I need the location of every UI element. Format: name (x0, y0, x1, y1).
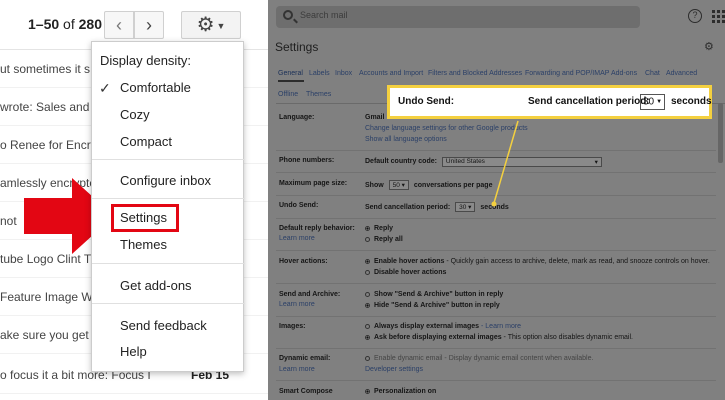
developer-settings-link[interactable]: Developer settings (365, 366, 423, 373)
tab-themes[interactable]: Themes (306, 91, 331, 98)
language-value: Gmail (365, 114, 385, 121)
tab-labels[interactable]: Labels (309, 70, 330, 77)
menu-item-send-feedback[interactable]: Send feedback (92, 317, 245, 335)
enable-dynamic-email-option[interactable]: Enable dynamic email - Display dynamic e… (365, 355, 593, 362)
hide-send-archive-option[interactable]: Hide "Send & Archive" button in reply (365, 302, 500, 309)
tab-chat[interactable]: Chat (645, 70, 660, 77)
apps-grid-icon[interactable] (711, 9, 725, 23)
mail-snippet: tube Logo Clint Tu (0, 252, 98, 266)
max-page-size-label: Maximum page size: (279, 180, 348, 187)
gmail-settings-panel: Search mail ? Settings ⚙ General Labels … (268, 0, 725, 400)
callout-period-select[interactable]: 30 ▼ (640, 94, 665, 110)
tab-accounts-import[interactable]: Accounts and Import (359, 70, 423, 77)
tab-forwarding[interactable]: Forwarding and POP/IMAP (525, 70, 609, 77)
cancellation-period-select[interactable]: 30 ▾ (455, 202, 476, 212)
check-icon: ✓ (99, 80, 111, 96)
mail-snippet: Feature Image W (0, 290, 93, 304)
learn-more-link[interactable]: Learn more (279, 366, 315, 373)
enable-hover-option[interactable]: Enable hover actions - Quickly gain acce… (365, 258, 710, 265)
country-code-select[interactable]: United States ▾ (441, 157, 602, 167)
images-label: Images: (279, 323, 306, 330)
display-density-header: Display density: (100, 53, 192, 68)
tab-offline[interactable]: Offline (278, 91, 298, 98)
callout-seconds-label: seconds (671, 96, 712, 107)
menu-item-help[interactable]: Help (92, 343, 245, 361)
page-title: Settings (275, 40, 319, 54)
menu-item-configure-inbox[interactable]: Configure inbox (92, 172, 245, 190)
older-page-button[interactable]: ‹ (104, 11, 134, 39)
tab-inbox[interactable]: Inbox (335, 70, 352, 77)
menu-divider (92, 263, 245, 264)
pager-range: 1–50 (28, 16, 60, 32)
menu-item-compact[interactable]: Compact (92, 133, 245, 151)
caret-down-icon: ▼ (216, 20, 226, 31)
mail-snippet: ake sure you get t (0, 328, 96, 342)
callout-period-label: Send cancellation period: (528, 96, 650, 107)
menu-divider (92, 303, 245, 304)
show-send-archive-option[interactable]: Show "Send & Archive" button in reply (365, 291, 503, 298)
tab-filters[interactable]: Filters and Blocked Addresses (428, 70, 522, 77)
hover-actions-label: Hover actions: (279, 258, 328, 265)
tab-general[interactable]: General (278, 70, 303, 77)
menu-item-get-addons[interactable]: Get add-ons (92, 277, 245, 295)
reply-option[interactable]: Reply (365, 225, 393, 232)
ask-before-images-option[interactable]: Ask before displaying external images - … (365, 334, 633, 341)
help-icon[interactable]: ? (688, 9, 702, 23)
language-other-products-link[interactable]: Change language settings for other Googl… (365, 125, 528, 132)
tab-advanced[interactable]: Advanced (666, 70, 697, 77)
newer-page-button[interactable]: › (134, 11, 164, 39)
undo-send-value: Send cancellation period: 30 ▾ seconds (365, 202, 509, 212)
menu-item-cozy[interactable]: Cozy (92, 106, 245, 124)
menu-divider (92, 198, 245, 199)
chevron-left-icon: ‹ (116, 15, 122, 35)
personalization-on-option[interactable]: Personalization on (365, 388, 436, 395)
dynamic-email-label: Dynamic email: (279, 355, 331, 362)
smart-compose-label: Smart Compose (279, 388, 333, 395)
language-label: Language: (279, 114, 315, 121)
gmail-inbox-panel: 1–50 of 280 ‹ › ⚙ ▼ ut sometimes it s wro… (0, 0, 268, 400)
send-archive-label: Send and Archive: (279, 291, 341, 298)
gear-icon: ⚙ (196, 14, 215, 36)
search-icon (283, 10, 293, 20)
always-display-images-option[interactable]: Always display external images - Learn m… (365, 323, 521, 330)
settings-dropdown-menu: Display density: ✓ Comfortable Cozy Comp… (91, 41, 245, 372)
callout-undo-send-label: Undo Send: (398, 96, 455, 107)
pager-of: of (63, 16, 75, 32)
phone-default-country: Default country code: United States ▾ (365, 157, 605, 167)
chevron-right-icon: › (146, 15, 152, 35)
menu-item-settings[interactable]: Settings (92, 209, 245, 227)
active-tab-indicator (278, 80, 304, 82)
menu-item-label: Comfortable (120, 80, 191, 95)
menu-item-comfortable[interactable]: ✓ Comfortable (92, 79, 245, 97)
page-size-value: Show 50 ▾ conversations per page (365, 180, 493, 190)
learn-more-link[interactable]: Learn more (279, 301, 315, 308)
tab-addons[interactable]: Add-ons (611, 70, 637, 77)
scrollbar[interactable] (718, 103, 723, 163)
all-language-options-link[interactable]: Show all language options (365, 136, 447, 143)
menu-divider (92, 159, 245, 160)
default-reply-label: Default reply behavior: (279, 225, 355, 232)
search-bar[interactable]: Search mail (276, 6, 640, 28)
mail-snippet: not (0, 214, 17, 228)
pagination-text: 1–50 of 280 (28, 16, 102, 32)
search-input[interactable]: Search mail (300, 10, 348, 20)
learn-more-link[interactable]: Learn more (279, 235, 315, 242)
page-size-select[interactable]: 50 ▾ (388, 180, 409, 190)
gear-icon[interactable]: ⚙ (704, 40, 714, 53)
settings-gear-button[interactable]: ⚙ ▼ (181, 11, 241, 39)
mail-snippet: wrote: Sales and I (0, 100, 97, 114)
undo-send-label: Undo Send: (279, 202, 319, 209)
phone-numbers-label: Phone numbers: (279, 157, 335, 164)
disable-hover-option[interactable]: Disable hover actions (365, 269, 446, 276)
reply-all-option[interactable]: Reply all (365, 236, 403, 243)
mail-snippet: ut sometimes it s (0, 62, 91, 76)
undo-send-zoom-callout: Undo Send: Send cancellation period: 30 ▼… (387, 85, 712, 119)
menu-item-themes[interactable]: Themes (92, 236, 245, 254)
mail-snippet: o Renee for Encry (0, 138, 97, 152)
pager-total: 280 (78, 16, 102, 32)
